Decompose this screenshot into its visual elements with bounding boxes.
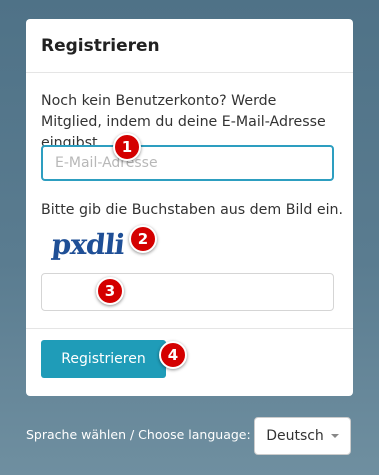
marker-badge: 1 bbox=[113, 133, 141, 161]
language-label: Sprache wählen / Choose language: bbox=[26, 427, 251, 442]
caret-down-icon bbox=[330, 434, 339, 438]
captcha-input[interactable] bbox=[41, 273, 334, 311]
registration-card: Registrieren Noch kein Benutzerkonto? We… bbox=[26, 19, 353, 396]
marker-badge: 3 bbox=[96, 277, 124, 305]
marker-badge: 2 bbox=[129, 225, 157, 253]
email-field[interactable] bbox=[41, 145, 334, 181]
title-divider bbox=[26, 72, 353, 73]
marker-badge: 4 bbox=[159, 341, 187, 369]
captcha-instruction: Bitte gib die Buchstaben aus dem Bild ei… bbox=[41, 202, 344, 218]
form-divider bbox=[26, 328, 353, 329]
language-dropdown[interactable]: Deutsch bbox=[254, 417, 351, 455]
register-button[interactable]: Registrieren bbox=[41, 340, 166, 378]
captcha-image: pxdli bbox=[50, 227, 126, 261]
language-selected: Deutsch bbox=[266, 428, 324, 444]
card-title: Registrieren bbox=[41, 36, 160, 56]
